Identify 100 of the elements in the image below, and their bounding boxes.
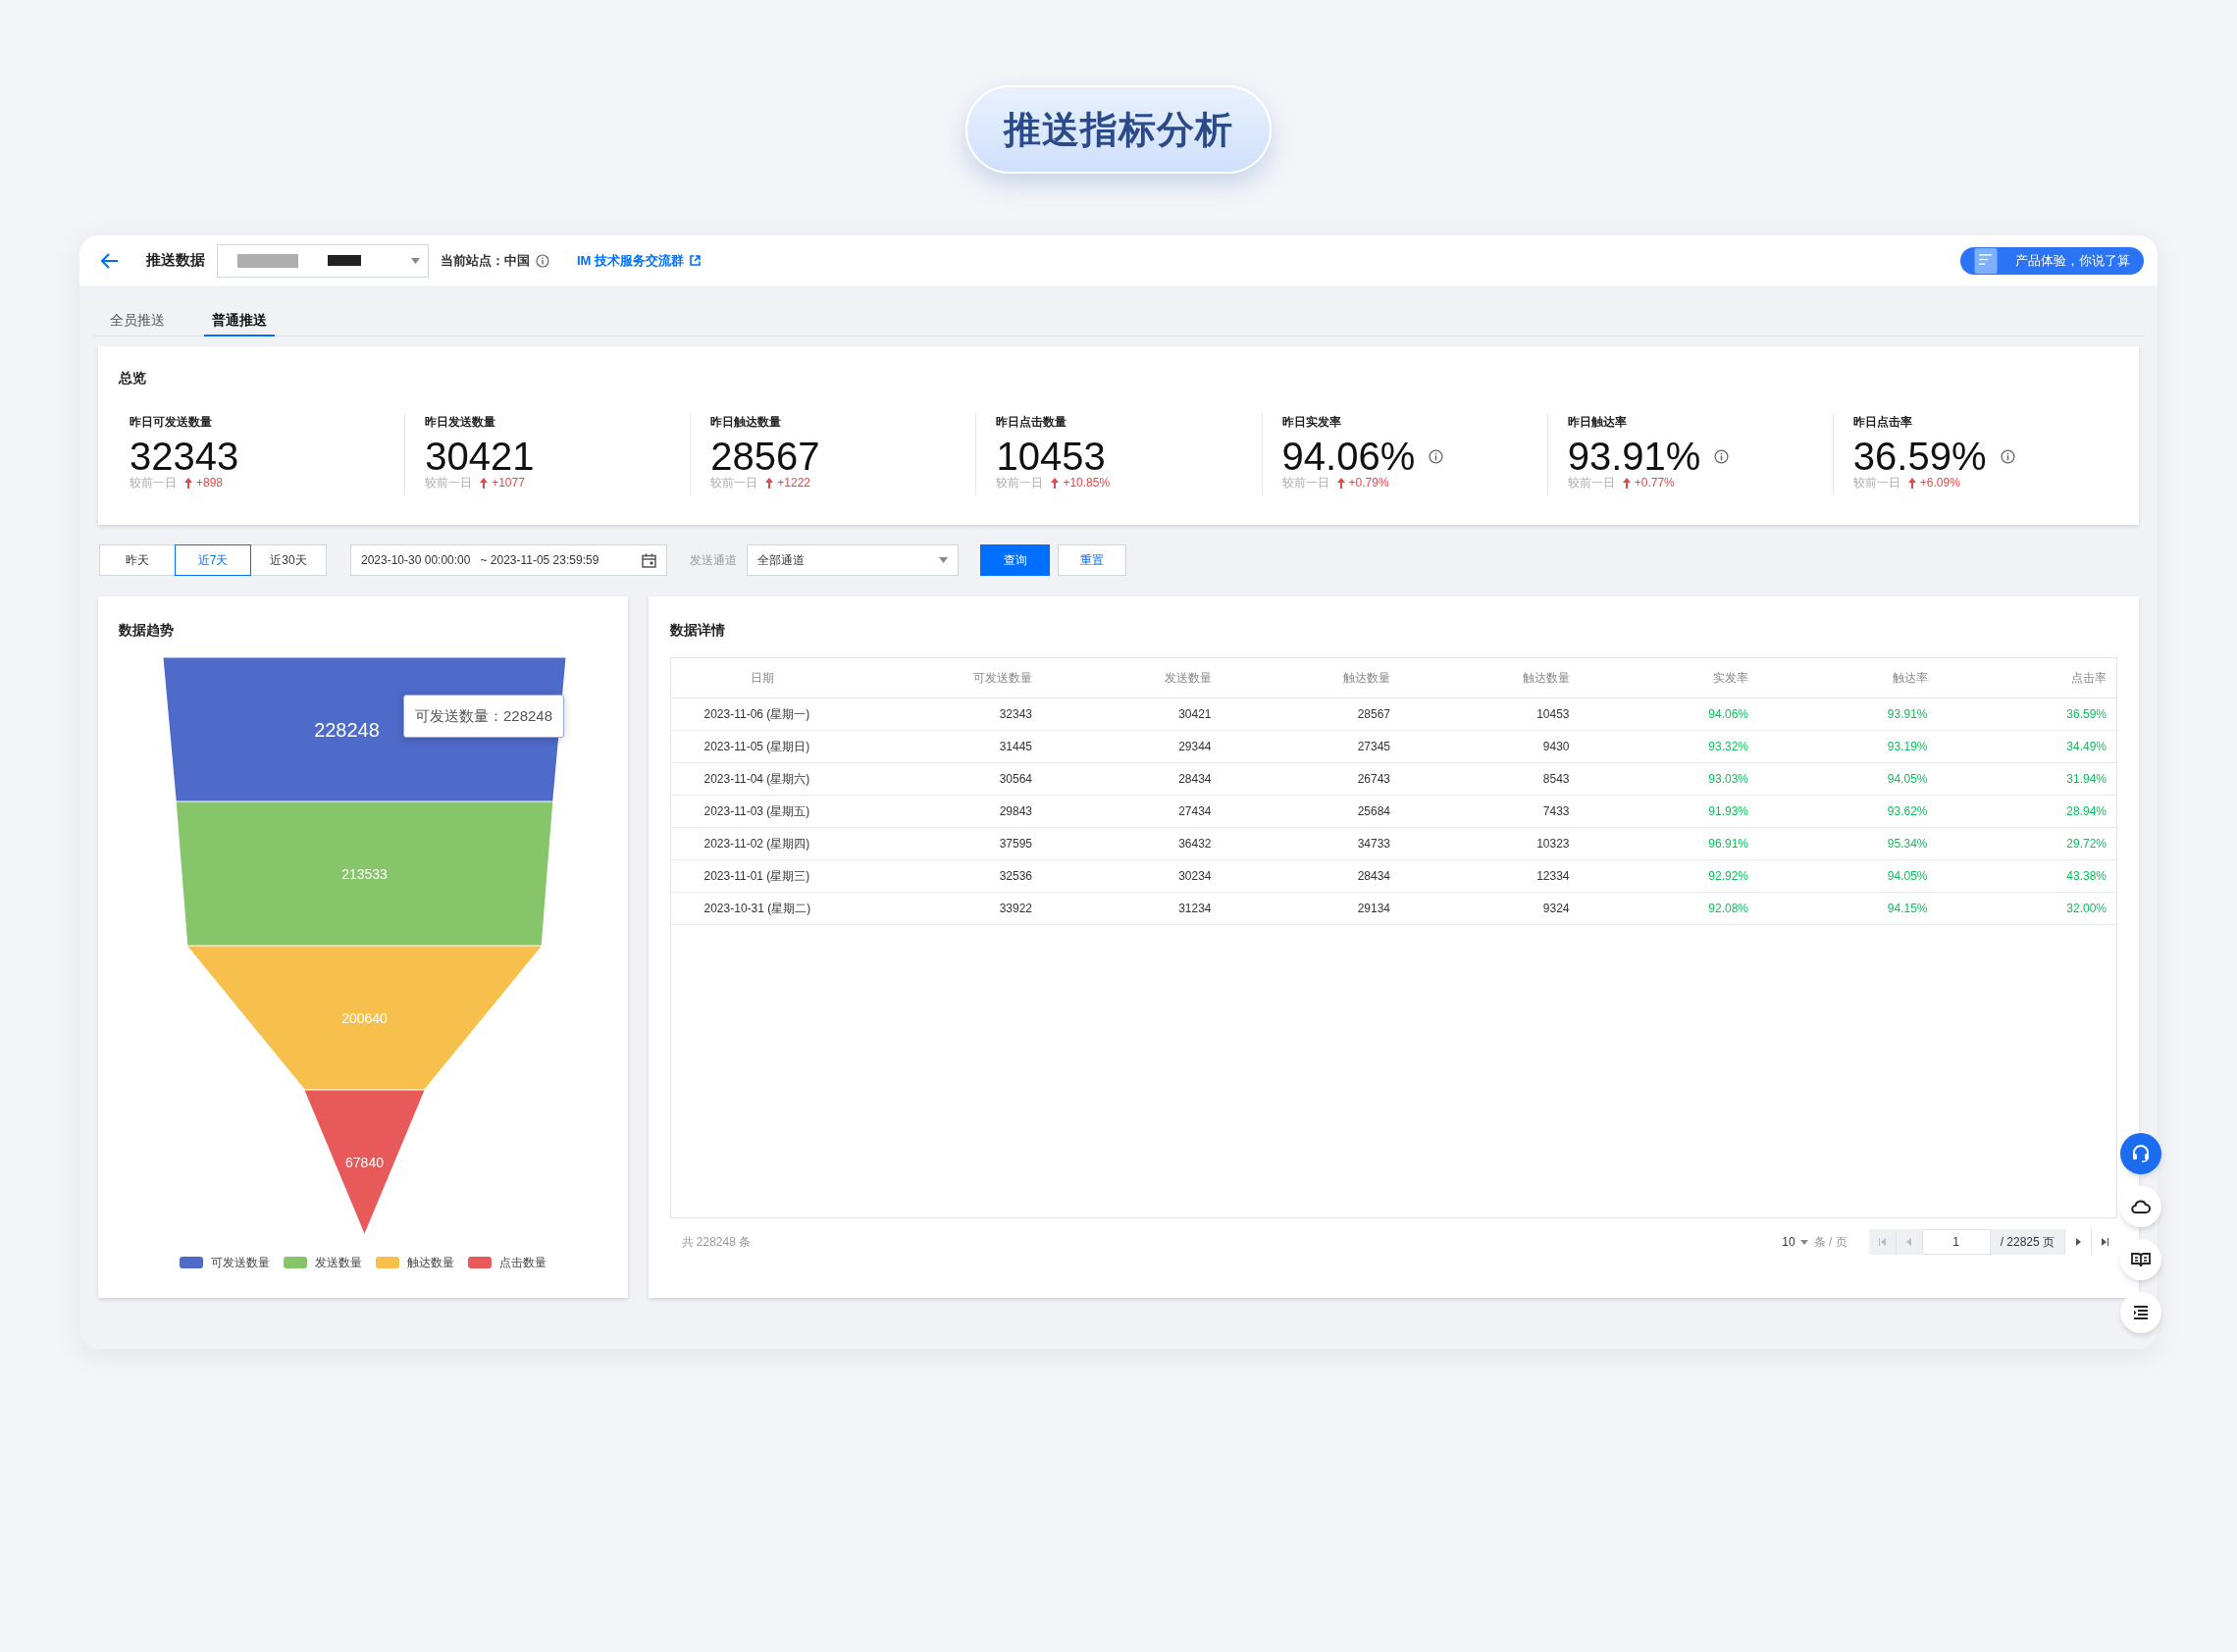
card-title: 数据趋势 bbox=[119, 621, 174, 640]
site-label: 当前站点：中国 bbox=[441, 251, 530, 270]
column-header: 日期 bbox=[749, 670, 775, 687]
range-tab[interactable]: 昨天 bbox=[99, 544, 176, 576]
redaction-bar bbox=[328, 255, 361, 266]
change-value: +1077 bbox=[492, 476, 525, 490]
tab[interactable]: 普通推送 bbox=[204, 305, 275, 336]
first-page-icon bbox=[1878, 1238, 1886, 1246]
table-cell-text: 10323 bbox=[1535, 836, 1570, 852]
table-cell-text: 31445 bbox=[998, 739, 1032, 755]
table-cell-text: 2023-11-06 (星期一) bbox=[702, 706, 811, 723]
cloud-icon bbox=[2131, 1199, 2151, 1214]
caret-icon bbox=[939, 557, 948, 563]
table-cell-text: 30564 bbox=[998, 771, 1032, 788]
column-header: 可发送数量 bbox=[972, 670, 1032, 687]
list-icon bbox=[2133, 1306, 2149, 1319]
change-value: +1222 bbox=[777, 476, 810, 490]
table-cell-text: 93.91% bbox=[1886, 706, 1928, 723]
im-group-link[interactable]: IM 技术服务交流群 bbox=[577, 250, 702, 271]
column-header: 触达数量 bbox=[1342, 670, 1390, 687]
range-tab[interactable]: 近30天 bbox=[250, 544, 327, 576]
table-cell-text: 30421 bbox=[1177, 706, 1212, 723]
table-cell-text: 2023-10-31 (星期二) bbox=[702, 901, 812, 917]
docs-button[interactable] bbox=[2120, 1239, 2161, 1280]
table-cell-text: 26743 bbox=[1356, 771, 1390, 788]
table-cell-text: 32343 bbox=[998, 706, 1032, 723]
compare-label: 较前一日 bbox=[130, 476, 177, 490]
table-cell-text: 93.62% bbox=[1886, 803, 1928, 820]
section-title: 推送数据 bbox=[146, 250, 205, 271]
table-cell-text: 33922 bbox=[998, 901, 1032, 917]
legend-label[interactable]: 发送数量 bbox=[314, 1254, 362, 1271]
info-icon[interactable] bbox=[1714, 448, 1730, 464]
prev-page-icon bbox=[1906, 1238, 1912, 1246]
support-button[interactable] bbox=[2120, 1133, 2161, 1174]
up-arrow-icon bbox=[1907, 477, 1916, 489]
up-arrow-icon bbox=[765, 477, 774, 489]
column-header: 实发率 bbox=[1712, 670, 1748, 687]
caret-icon bbox=[411, 257, 420, 264]
column-header: 触达数量 bbox=[1521, 670, 1570, 687]
up-arrow-icon bbox=[480, 477, 489, 489]
reset-button[interactable]: 重置 bbox=[1058, 544, 1126, 576]
stat-label: 昨日可发送数量 bbox=[130, 414, 213, 431]
table-cell-text: 32.00% bbox=[2065, 901, 2107, 917]
info-icon[interactable] bbox=[536, 253, 549, 268]
table-cell-text: 28434 bbox=[1356, 868, 1390, 885]
stat-value: 93.91% bbox=[1567, 437, 1701, 476]
table-cell-text: 2023-11-05 (星期日) bbox=[702, 739, 811, 755]
page-input[interactable]: 1 bbox=[1921, 1229, 1991, 1255]
table-cell-text: 2023-11-02 (星期四) bbox=[702, 836, 811, 852]
range-tab[interactable]: 近7天 bbox=[175, 544, 251, 576]
up-arrow-icon bbox=[1336, 477, 1345, 489]
channel-select[interactable]: 全部通道 bbox=[747, 544, 959, 576]
page-title: 推送指标分析 bbox=[965, 85, 1272, 174]
table-cell-text: 32536 bbox=[998, 868, 1032, 885]
stat-value: 32343 bbox=[130, 437, 239, 476]
stat-value: 30421 bbox=[425, 437, 535, 476]
info-icon[interactable] bbox=[2000, 448, 2015, 464]
headset-icon bbox=[2131, 1144, 2151, 1163]
table-cell-text: 8543 bbox=[1541, 771, 1570, 788]
compare-label: 较前一日 bbox=[1852, 476, 1900, 490]
table-cell-text: 31234 bbox=[1177, 901, 1212, 917]
tab[interactable]: 全员推送 bbox=[102, 305, 173, 336]
total-count: 共 228248 条 bbox=[681, 1234, 752, 1251]
table-cell-text: 94.15% bbox=[1886, 901, 1928, 917]
start-date: 2023-10-30 00:00:00 bbox=[361, 552, 471, 569]
stat-value: 94.06% bbox=[1281, 437, 1416, 476]
last-page-icon bbox=[2101, 1238, 2108, 1246]
channel-label: 发送通道 bbox=[690, 552, 737, 569]
stat-value: 28567 bbox=[710, 437, 820, 476]
compare-label: 较前一日 bbox=[1281, 476, 1329, 490]
table-cell-text: 25684 bbox=[1356, 803, 1390, 820]
table-cell-text: 2023-11-04 (星期六) bbox=[702, 771, 811, 788]
chart-tooltip: 可发送数量：228248 bbox=[403, 695, 565, 738]
cloud-button[interactable] bbox=[2120, 1186, 2161, 1227]
table-cell-text: 7433 bbox=[1541, 803, 1570, 820]
stat-label: 昨日实发率 bbox=[1281, 414, 1342, 431]
change-value: +898 bbox=[196, 476, 224, 490]
table-cell-text: 93.19% bbox=[1886, 739, 1928, 755]
legend-label[interactable]: 可发送数量 bbox=[210, 1254, 270, 1271]
legend-label[interactable]: 触达数量 bbox=[406, 1254, 454, 1271]
feedback-button[interactable]: 产品体验，你说了算 bbox=[1960, 246, 2144, 275]
date-range-field[interactable]: 2023-10-30 00:00:00 ~ 2023-11-05 23:59:59 bbox=[350, 544, 667, 576]
table-cell-text: 91.93% bbox=[1707, 803, 1748, 820]
stat-label: 昨日点击数量 bbox=[996, 414, 1068, 431]
up-arrow-icon bbox=[184, 477, 192, 489]
list-button[interactable] bbox=[2120, 1292, 2161, 1333]
table-cell-text: 37595 bbox=[998, 836, 1032, 852]
info-icon[interactable] bbox=[1429, 448, 1444, 464]
app-select[interactable] bbox=[217, 243, 429, 278]
up-arrow-icon bbox=[1051, 477, 1060, 489]
compare-label: 较前一日 bbox=[425, 476, 473, 490]
change-value: +0.77% bbox=[1634, 476, 1675, 490]
legend-label[interactable]: 点击数量 bbox=[498, 1254, 546, 1271]
table-cell-text: 92.08% bbox=[1707, 901, 1748, 917]
back-arrow-icon[interactable] bbox=[101, 252, 119, 269]
table-cell-text: 36.59% bbox=[2065, 706, 2107, 723]
table-cell-text: 28434 bbox=[1177, 771, 1212, 788]
page-size-select[interactable]: 10 bbox=[1782, 1233, 1808, 1251]
stat-value: 36.59% bbox=[1852, 437, 1987, 476]
query-button[interactable]: 查询 bbox=[980, 544, 1050, 576]
